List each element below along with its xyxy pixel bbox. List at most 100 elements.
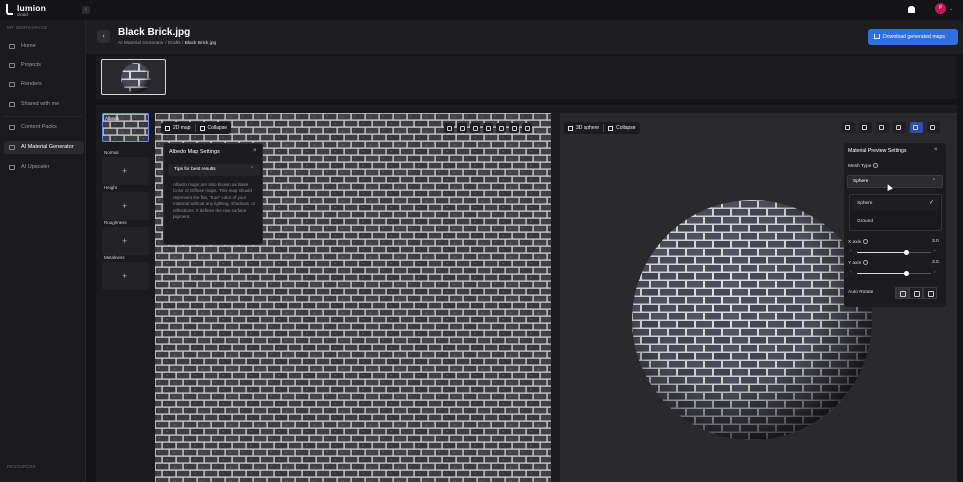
sidebar-collapse-button[interactable]: ‹: [82, 6, 90, 14]
y-axis-value: 3.0: [932, 260, 939, 265]
crop-icon[interactable]: [483, 123, 493, 133]
breadcrumb-separator: /: [182, 41, 184, 46]
chevron-up-icon: ⌃: [250, 166, 255, 172]
view-3d-sphere-button[interactable]: 3D sphere: [564, 122, 603, 134]
albedo-settings-popover: Albedo Map Settings × Tips for best resu…: [163, 143, 263, 245]
breadcrumb-separator: /: [165, 41, 167, 46]
rotate-reset-icon[interactable]: [923, 287, 937, 299]
material-preview-sphere: [632, 200, 872, 440]
breadcrumb-item[interactable]: Drafts: [168, 41, 181, 46]
y-axis-slider[interactable]: ‹ ›: [850, 269, 938, 277]
mesh-type-text: Mesh Type: [848, 164, 872, 169]
mesh-option-sphere[interactable]: Sphere ✓: [852, 197, 939, 211]
sidebar-divider: [4, 116, 82, 117]
chevron-left-icon[interactable]: ‹: [850, 269, 852, 275]
collapse-label: Collapse: [207, 125, 227, 131]
more-options-icon[interactable]: [522, 123, 532, 133]
close-icon[interactable]: ×: [253, 148, 257, 154]
download-icon: [874, 34, 880, 39]
sidebar-item-label: Shared with me: [21, 101, 60, 107]
breadcrumb: AI Material Generator / Drafts / Black B…: [118, 41, 216, 46]
zoom-out-icon[interactable]: [457, 123, 467, 133]
material-thumbnail[interactable]: [101, 59, 166, 95]
material-thumbnail-strip: [96, 56, 957, 99]
rotate-paused-icon[interactable]: [909, 287, 923, 299]
sidebar-item-projects[interactable]: Projects: [4, 59, 84, 72]
plus-icon: +: [122, 201, 128, 211]
zoom-in-icon[interactable]: [444, 123, 454, 133]
home-icon: [9, 44, 15, 49]
plus-icon: +: [122, 236, 128, 246]
sidebar-item-label: Content Packs: [21, 124, 57, 130]
gear-icon[interactable]: [910, 122, 923, 133]
package-icon: [9, 125, 15, 130]
logo-mark-icon: [6, 4, 13, 15]
grid-icon[interactable]: [509, 123, 519, 133]
sidebar-item-ai-material-generator[interactable]: AI Material Generator: [4, 141, 84, 154]
preview-toolbar: 3D sphere Collapse: [564, 122, 640, 134]
breadcrumb-current: Black Brick.jpg: [184, 41, 217, 46]
resources-label: RESOURCES: [7, 464, 36, 469]
channel-normal[interactable]: +: [102, 157, 149, 185]
slider-knob[interactable]: [904, 250, 909, 255]
preview-mode-label: 3D sphere: [576, 125, 600, 131]
sidebar-item-shared[interactable]: Shared with me: [4, 98, 84, 111]
user-avatar[interactable]: P: [935, 3, 946, 14]
sidebar-item-label: Home: [21, 43, 36, 49]
info-icon[interactable]: [873, 163, 879, 168]
slider-knob[interactable]: [904, 271, 909, 276]
tile-icon[interactable]: [496, 123, 506, 133]
channel-roughness[interactable]: +: [102, 227, 149, 255]
collapse-label: Collapse: [616, 125, 636, 131]
sidebar-item-renders[interactable]: Renders: [4, 78, 84, 91]
fit-icon[interactable]: [470, 123, 480, 133]
material-thumbnail-sphere: [121, 63, 151, 93]
top-bar: lumion cloud P ⌄: [0, 0, 963, 20]
page-header: ‹ Black Brick.jpg AI Material Generator …: [86, 20, 963, 54]
view-icon[interactable]: [859, 122, 872, 133]
close-icon[interactable]: ×: [934, 147, 938, 153]
info-icon[interactable]: [863, 239, 869, 244]
rotate-on-icon[interactable]: [895, 287, 909, 299]
chevron-left-icon[interactable]: ‹: [850, 248, 852, 254]
collapse-map-button[interactable]: Collapse: [196, 122, 231, 134]
sidebar-item-label: AI Material Generator: [21, 144, 74, 150]
channel-albedo[interactable]: Albedo: [102, 113, 149, 142]
back-button[interactable]: ‹: [97, 30, 110, 43]
collapse-icon: [608, 125, 614, 131]
panel-title: Material Preview Settings: [848, 148, 907, 154]
notification-bell-icon[interactable]: [908, 6, 915, 13]
info-icon[interactable]: [862, 260, 868, 265]
sidebar-item-content-packs[interactable]: Content Packs: [4, 121, 84, 134]
breadcrumb-item[interactable]: AI Material Generator: [118, 41, 164, 46]
eye-icon[interactable]: [842, 122, 855, 133]
chevron-right-icon[interactable]: ›: [934, 248, 936, 254]
mesh-type-value: Sphere: [853, 179, 869, 184]
tips-body: Albedo maps are also known as Base Color…: [173, 182, 256, 220]
chevron-right-icon[interactable]: ›: [934, 269, 936, 275]
lumion-logo[interactable]: lumion cloud: [6, 3, 46, 17]
view-2d-map-button[interactable]: 2D map: [161, 122, 195, 134]
more-options-icon[interactable]: [927, 122, 940, 133]
x-axis-slider[interactable]: ‹ ›: [850, 248, 938, 256]
tips-accordion[interactable]: Tips for best results ⌃: [168, 164, 260, 176]
auto-rotate-toggle-group: [895, 287, 937, 299]
mesh-type-select[interactable]: Sphere ⌃: [847, 175, 943, 188]
map-viewer-tools: [444, 123, 532, 133]
channel-height[interactable]: +: [102, 192, 149, 220]
chevron-down-icon[interactable]: ⌄: [949, 6, 953, 12]
mesh-option-ground[interactable]: Ground: [852, 215, 939, 229]
mesh-type-dropdown: Sphere ✓ Ground: [849, 194, 942, 231]
rotate-icon[interactable]: [876, 122, 889, 133]
map-icon: [165, 125, 170, 131]
download-maps-button[interactable]: Download generated maps: [868, 29, 958, 45]
fullscreen-icon[interactable]: [893, 122, 906, 133]
download-button-label: Download generated maps: [883, 34, 946, 40]
channel-metalness[interactable]: +: [102, 262, 149, 290]
sidebar-item-home[interactable]: Home: [4, 40, 84, 53]
x-axis-value: 3.0: [932, 239, 939, 244]
y-axis-text: Y axis: [848, 261, 861, 266]
sidebar-item-ai-upscaler[interactable]: AI Upscaler: [4, 161, 84, 174]
collapse-preview-button[interactable]: Collapse: [604, 122, 639, 134]
preview-tools: [842, 122, 940, 133]
